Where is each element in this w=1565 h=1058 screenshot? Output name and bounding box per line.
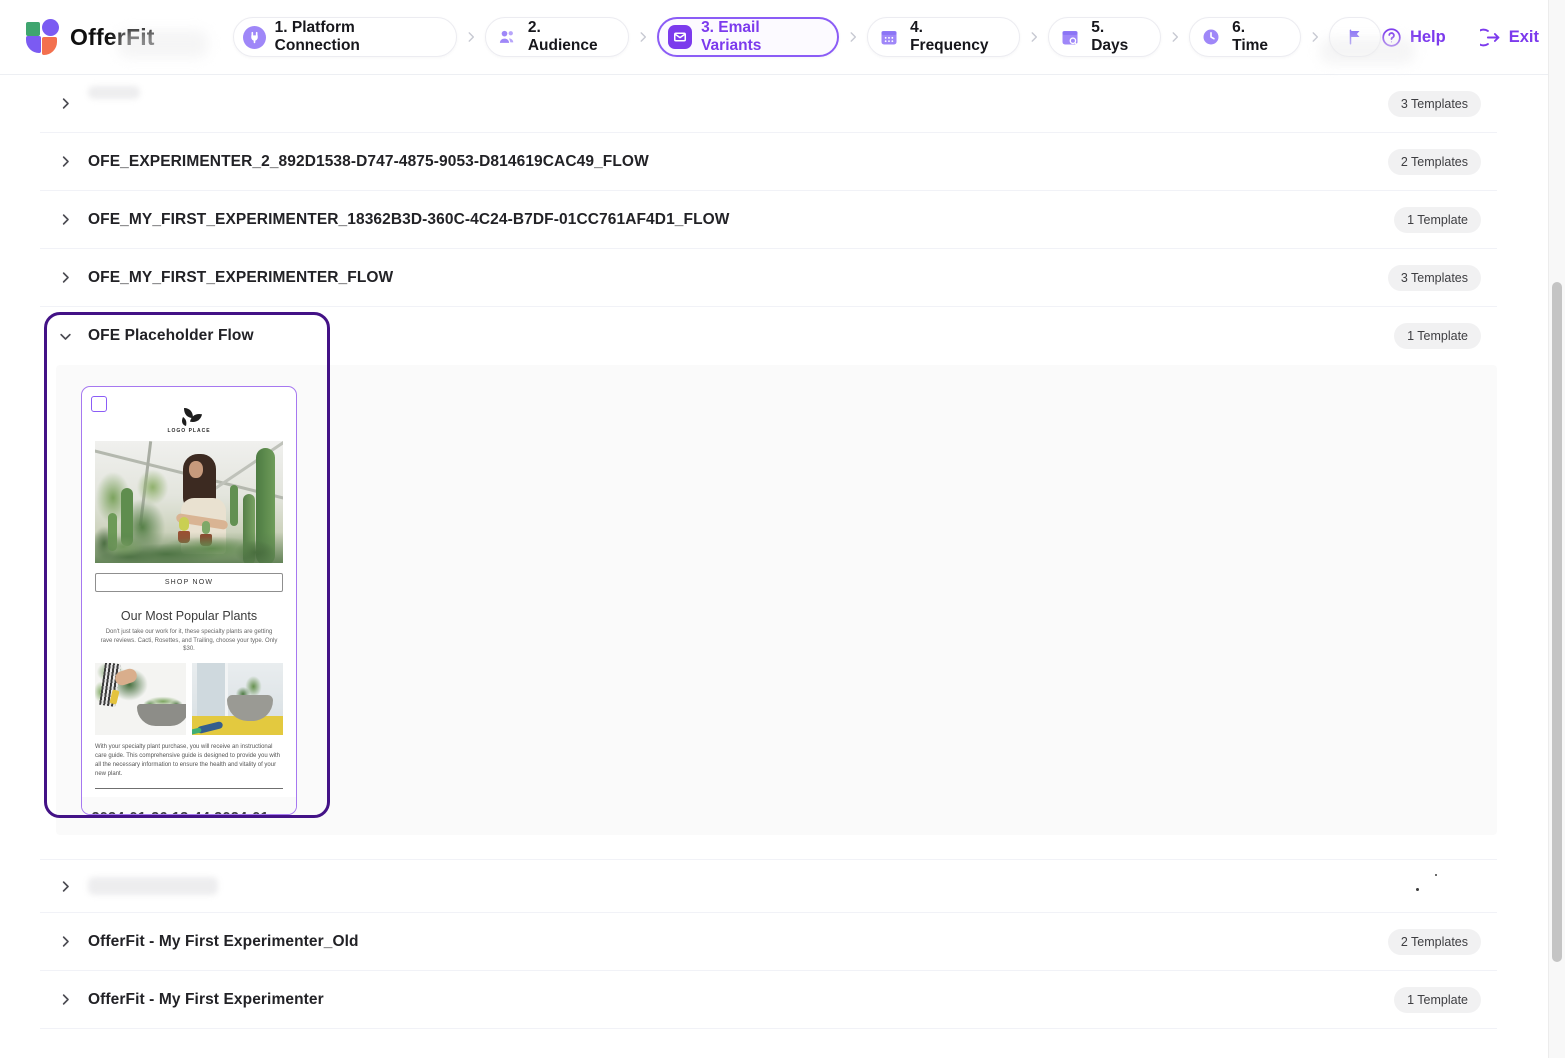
chevron-right-icon (57, 934, 73, 950)
redacted-badge-remnant (1416, 888, 1419, 891)
template-count-badge: 1 Template (1394, 207, 1481, 233)
template-count-badge: 2 Templates (1388, 929, 1481, 955)
template-count-badge: 3 Templates (1388, 91, 1481, 117)
flow-name: OFE_MY_FIRST_EXPERIMENTER_18362B3D-360C-… (88, 211, 730, 229)
logo-place-text: LOGO PLACE (82, 428, 296, 434)
chevron-right-icon (57, 212, 73, 228)
flow-list: 3 Templates OFE_EXPERIMENTER_2_892D1538-… (40, 75, 1497, 1029)
flow-row-redacted[interactable]: 3 Templates (40, 75, 1497, 133)
template-image-row (95, 663, 283, 735)
spacer (40, 835, 1497, 859)
step-label: 6. Time (1232, 19, 1283, 55)
template-count-badge: 3 Templates (1388, 265, 1481, 291)
flow-row[interactable]: OfferFit - My First Experimenter 1 Templ… (40, 971, 1497, 1029)
step-label: 4. Frequency (910, 19, 1002, 55)
scrollbar-track[interactable] (1548, 0, 1565, 1058)
step-label: 3. Email Variants (701, 19, 820, 55)
redacted-flow-name (88, 877, 218, 895)
flow-name: OFE Placeholder Flow (88, 327, 254, 345)
chevron-right-icon (464, 30, 478, 44)
plug-icon (243, 26, 266, 49)
offerfit-logo-mark (26, 19, 60, 55)
flow-name: OfferFit - My First Experimenter (88, 991, 324, 1009)
help-label: Help (1410, 28, 1446, 47)
logo-green-square (26, 22, 40, 36)
flow-row[interactable]: OfferFit - My First Experimenter_Old 2 T… (40, 913, 1497, 971)
step-audience[interactable]: 2. Audience (485, 17, 629, 57)
people-icon (495, 25, 519, 49)
step-days[interactable]: 5. Days (1048, 17, 1161, 57)
step-time[interactable]: 6. Time (1189, 17, 1301, 57)
template-dates: 2024-01-26 13:44 2024-01-... (82, 797, 296, 815)
succulent-arrangement-image (95, 663, 186, 735)
template-body-text-2: With your specialty plant purchase, you … (95, 743, 283, 779)
flow-row[interactable]: OFE_MY_FIRST_EXPERIMENTER_FLOW 3 Templat… (40, 249, 1497, 307)
template-count-badge: 2 Templates (1388, 149, 1481, 175)
step-email-variants[interactable]: 3. Email Variants (657, 17, 839, 57)
redaction-smudge (1320, 38, 1415, 64)
template-checkbox[interactable] (91, 396, 107, 412)
flow-name: OFE_MY_FIRST_EXPERIMENTER_FLOW (88, 269, 393, 287)
step-label: 5. Days (1091, 19, 1143, 55)
redaction-smudge (118, 30, 208, 58)
chevron-right-icon (1308, 30, 1322, 44)
chevron-right-icon (57, 154, 73, 170)
chevron-right-icon (1027, 30, 1041, 44)
chevron-right-icon (57, 878, 73, 894)
chevron-right-icon (57, 96, 73, 112)
template-heading: Our Most Popular Plants (82, 609, 296, 623)
wizard-stepper: 1. Platform Connection 2. Audience (233, 17, 1381, 57)
logo-purple-quarter (26, 36, 41, 53)
chevron-down-icon (57, 328, 73, 344)
flow-name: OFE_EXPERIMENTER_2_892D1538-D747-4875-90… (88, 153, 649, 171)
potted-cactus-image (192, 663, 283, 735)
hero-image-greenhouse-woman (95, 441, 283, 563)
step-platform-connection[interactable]: 1. Platform Connection (233, 17, 457, 57)
calendar-icon (877, 25, 901, 49)
template-divider (95, 788, 283, 789)
shop-now-button[interactable]: SHOP NOW (95, 573, 283, 592)
email-template-card[interactable]: LOGO PLACE SHOP NOW Our Most Popular Pla… (81, 386, 297, 815)
logo-orange-quarter (42, 37, 57, 55)
chevron-right-icon (636, 30, 650, 44)
logo-purple-circle (42, 19, 59, 36)
template-logo: LOGO PLACE (82, 407, 296, 434)
flow-row-ofe-placeholder[interactable]: OFE Placeholder Flow 1 Template (40, 307, 1497, 365)
app-root: OfferFit 1. Platform Connection (0, 0, 1565, 1058)
envelope-icon (668, 25, 692, 49)
redacted-badge-remnant (1435, 874, 1437, 876)
chevron-right-icon (846, 30, 860, 44)
template-count-badge: 1 Template (1394, 323, 1481, 349)
chevron-right-icon (1168, 30, 1182, 44)
template-body-text-1: Don't just take our work for it, these s… (100, 628, 278, 654)
chevron-right-icon (57, 270, 73, 286)
flow-row[interactable]: OFE_MY_FIRST_EXPERIMENTER_18362B3D-360C-… (40, 191, 1497, 249)
exit-icon (1480, 27, 1501, 48)
exit-button[interactable]: Exit (1480, 27, 1539, 48)
flow-row-redacted[interactable] (40, 859, 1497, 913)
flow-row[interactable]: OFE_EXPERIMENTER_2_892D1538-D747-4875-90… (40, 133, 1497, 191)
leaf-logo-icon (176, 407, 202, 427)
scrollbar-thumb[interactable] (1552, 282, 1562, 962)
calendar-search-icon (1058, 25, 1082, 49)
templates-panel: LOGO PLACE SHOP NOW Our Most Popular Pla… (56, 365, 1497, 835)
step-label: 2. Audience (528, 19, 611, 55)
chevron-right-icon (57, 992, 73, 1008)
step-frequency[interactable]: 4. Frequency (867, 17, 1020, 57)
template-count-badge: 1 Template (1394, 987, 1481, 1013)
flow-name: OfferFit - My First Experimenter_Old (88, 933, 359, 951)
clock-icon (1199, 25, 1223, 49)
top-navigation-bar: OfferFit 1. Platform Connection (0, 0, 1565, 75)
exit-label: Exit (1509, 28, 1539, 47)
redacted-flow-name (88, 86, 140, 99)
step-label: 1. Platform Connection (275, 19, 439, 55)
